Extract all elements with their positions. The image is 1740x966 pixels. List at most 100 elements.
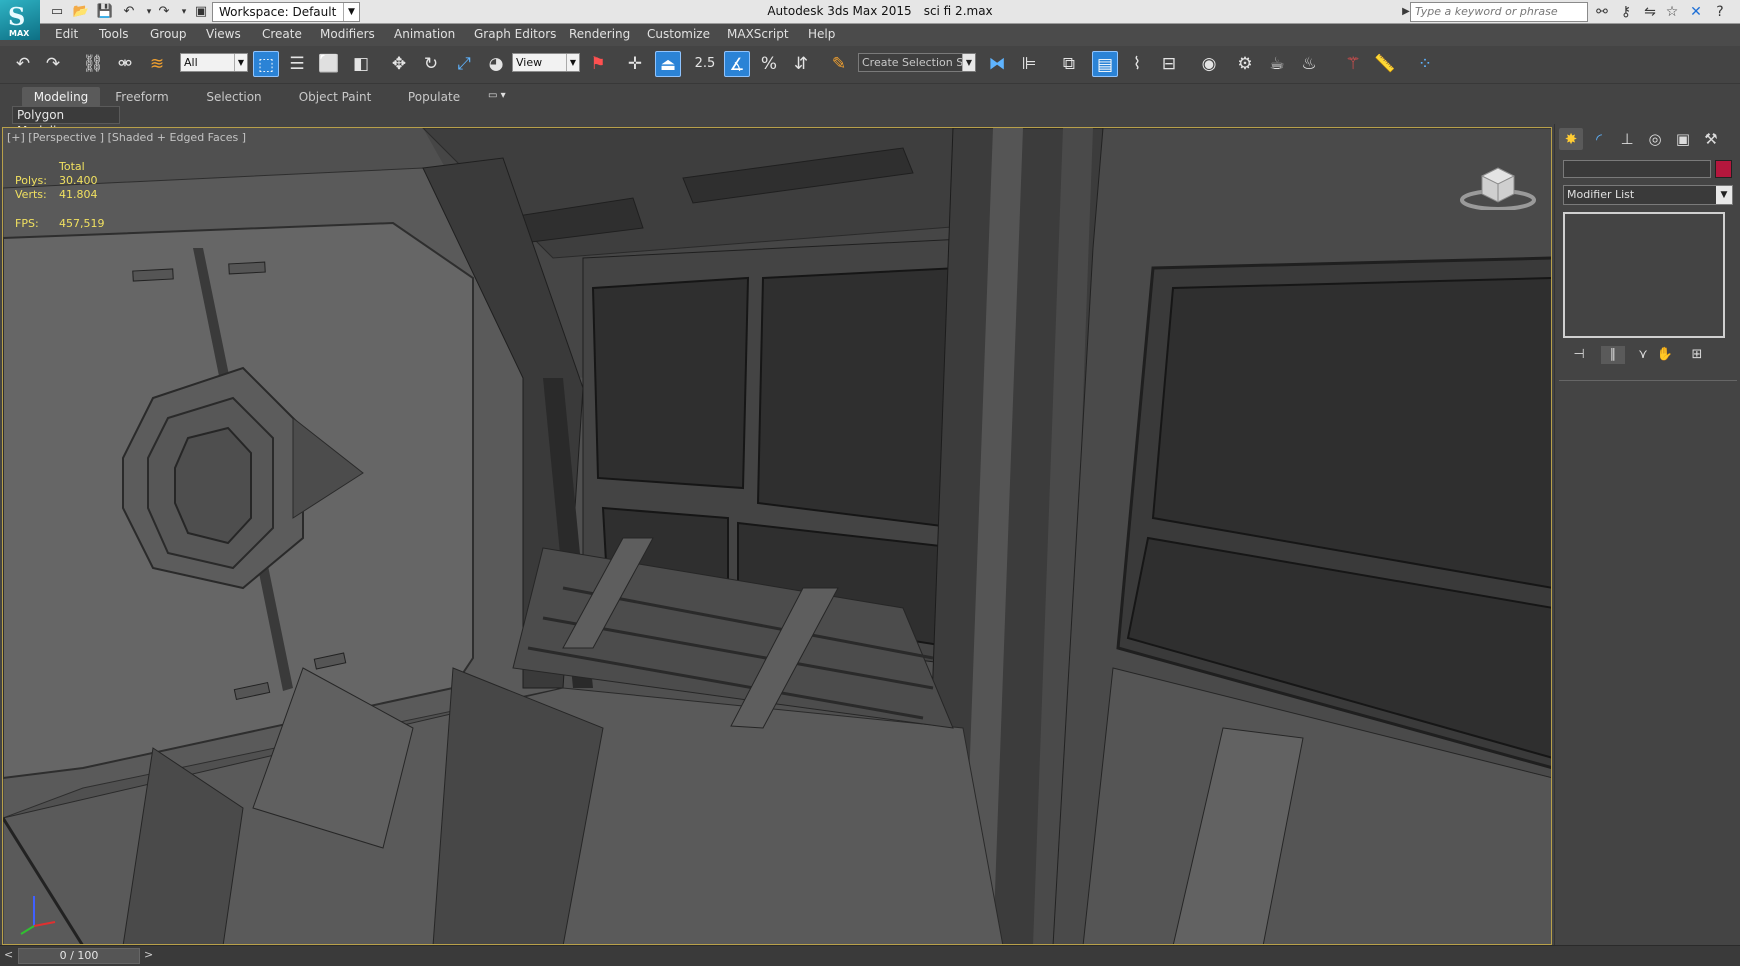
hierarchy-panel-icon[interactable]: ⊥ bbox=[1615, 128, 1639, 150]
configure-modifier-sets-icon[interactable]: ⊞ bbox=[1685, 346, 1709, 364]
edit-named-selection-icon[interactable]: ✎ bbox=[826, 51, 852, 77]
particle-view-icon[interactable]: ⁘ bbox=[1412, 51, 1438, 77]
menu-edit[interactable]: Edit bbox=[55, 27, 78, 41]
menu-views[interactable]: Views bbox=[206, 27, 241, 41]
menu-group[interactable]: Group bbox=[150, 27, 187, 41]
material-editor-icon[interactable]: ◉ bbox=[1196, 51, 1222, 77]
previous-frame-button[interactable]: < bbox=[4, 948, 16, 964]
workspace-dropdown[interactable]: Workspace: Default ▼ bbox=[212, 2, 360, 22]
exchange-icon[interactable]: ✕ bbox=[1686, 3, 1706, 21]
tab-selection[interactable]: Selection bbox=[196, 87, 272, 107]
modifier-stack[interactable] bbox=[1563, 212, 1725, 338]
undo-icon[interactable]: ↶ bbox=[120, 3, 138, 21]
open-file-icon[interactable]: 📂 bbox=[72, 3, 90, 21]
make-unique-icon[interactable]: ⋎ bbox=[1631, 346, 1655, 364]
viewport-label[interactable]: [+] [Perspective ] [Shaded + Edged Faces… bbox=[7, 131, 246, 144]
motion-panel-icon[interactable]: ◎ bbox=[1643, 128, 1667, 150]
utilities-panel-icon[interactable]: ⚒ bbox=[1699, 128, 1723, 150]
align-icon[interactable]: ⊫ bbox=[1016, 51, 1042, 77]
menu-tools[interactable]: Tools bbox=[99, 27, 129, 41]
curve-editor-icon[interactable]: ⌇ bbox=[1124, 51, 1150, 77]
redo-dropdown-icon[interactable]: ▾ bbox=[175, 3, 193, 21]
tab-freeform[interactable]: Freeform bbox=[104, 87, 180, 107]
display-panel-icon[interactable]: ▣ bbox=[1671, 128, 1695, 150]
rectangular-selection-icon[interactable]: ⬜ bbox=[316, 51, 342, 77]
render-setup-icon[interactable]: ⚙ bbox=[1232, 51, 1258, 77]
pin-stack-icon[interactable]: ⊣ bbox=[1567, 346, 1591, 364]
layer-manager-icon[interactable]: ⧉ bbox=[1056, 51, 1082, 77]
polys-label: Polys: bbox=[15, 174, 47, 187]
menu-maxscript[interactable]: MAXScript bbox=[727, 27, 789, 41]
keyboard-shortcut-override-icon[interactable]: ⏏ bbox=[655, 51, 681, 77]
subscription-key-icon[interactable]: ⚷ bbox=[1616, 3, 1636, 21]
communication-icon[interactable]: ⇋ bbox=[1640, 3, 1660, 21]
menu-create[interactable]: Create bbox=[262, 27, 302, 41]
menu-graph-editors[interactable]: Graph Editors bbox=[474, 27, 556, 41]
ribbon-options-icon[interactable]: ▭ ▾ bbox=[488, 90, 516, 104]
menu-customize[interactable]: Customize bbox=[647, 27, 710, 41]
menu-animation[interactable]: Animation bbox=[394, 27, 455, 41]
tab-modeling[interactable]: Modeling bbox=[22, 87, 100, 107]
create-panel-icon[interactable]: ✸ bbox=[1559, 128, 1583, 150]
mirror-icon[interactable]: ⧓ bbox=[984, 51, 1010, 77]
remove-modifier-icon[interactable]: ✋ bbox=[1653, 346, 1677, 364]
ik-tools-icon[interactable]: ⚚ bbox=[1340, 51, 1366, 77]
time-slider-bar: < 0 / 100 > bbox=[0, 945, 1740, 966]
redo-icon[interactable]: ↷ bbox=[40, 51, 66, 77]
render-production-icon[interactable]: ♨ bbox=[1296, 51, 1322, 77]
project-folder-icon[interactable]: ▣ bbox=[192, 3, 210, 21]
tab-populate[interactable]: Populate bbox=[398, 87, 470, 107]
spinner-snap-icon[interactable]: ⇵ bbox=[788, 51, 814, 77]
next-frame-button[interactable]: > bbox=[144, 948, 156, 964]
menu-modifiers[interactable]: Modifiers bbox=[320, 27, 375, 41]
tab-object-paint[interactable]: Object Paint bbox=[290, 87, 380, 107]
workspace-label: Workspace: Default bbox=[219, 5, 337, 19]
axis-tripod-icon bbox=[20, 896, 56, 935]
place-icon[interactable]: ◕ bbox=[483, 51, 509, 77]
rotate-icon[interactable]: ↻ bbox=[418, 51, 444, 77]
select-by-name-icon[interactable]: ☰ bbox=[284, 51, 310, 77]
save-file-icon[interactable]: 💾 bbox=[96, 3, 114, 21]
object-color-swatch[interactable] bbox=[1715, 160, 1732, 178]
scale-icon[interactable]: ⤢ bbox=[451, 51, 477, 77]
object-name-field[interactable] bbox=[1563, 160, 1711, 178]
schematic-view-icon[interactable]: ⊟ bbox=[1156, 51, 1182, 77]
redo-icon[interactable]: ↷ bbox=[155, 3, 173, 21]
select-object-icon[interactable]: ⬚ bbox=[253, 51, 279, 77]
panel-divider bbox=[1559, 380, 1737, 381]
measure-icon[interactable]: 📏 bbox=[1372, 51, 1398, 77]
new-scene-icon[interactable]: ▭ bbox=[48, 3, 66, 21]
selection-filter-dropdown[interactable]: All ▼ bbox=[180, 53, 248, 72]
manipulate-icon[interactable]: ✛ bbox=[622, 51, 648, 77]
perspective-viewport[interactable]: [+] [Perspective ] [Shaded + Edged Faces… bbox=[2, 127, 1552, 945]
undo-icon[interactable]: ↶ bbox=[10, 51, 36, 77]
angle-snap-icon[interactable]: ∡ bbox=[724, 51, 750, 77]
named-selection-dropdown[interactable]: Create Selection Se ▼ bbox=[858, 53, 976, 72]
time-slider[interactable]: 0 / 100 bbox=[18, 948, 140, 964]
binoculars-icon[interactable]: ⚯ bbox=[1592, 3, 1612, 21]
modifier-list-dropdown[interactable]: Modifier List ▼ bbox=[1563, 185, 1733, 205]
help-icon[interactable]: ? bbox=[1710, 3, 1730, 21]
viewcube-icon[interactable] bbox=[1458, 158, 1538, 210]
search-input[interactable]: Type a keyword or phrase bbox=[1410, 2, 1588, 22]
snaps-toggle-icon[interactable]: 2.5 bbox=[692, 51, 718, 77]
polygon-modeling-panel[interactable]: Polygon Modeling bbox=[12, 106, 120, 138]
move-icon[interactable]: ✥ bbox=[386, 51, 412, 77]
selection-filter-value: All bbox=[184, 56, 198, 69]
menu-help[interactable]: Help bbox=[808, 27, 835, 41]
bind-to-space-warp-icon[interactable]: ≋ bbox=[144, 51, 170, 77]
rendered-frame-window-icon[interactable]: ☕ bbox=[1264, 51, 1290, 77]
favorites-star-icon[interactable]: ☆ bbox=[1662, 3, 1682, 21]
show-end-result-icon[interactable]: ∥ bbox=[1601, 346, 1625, 364]
modify-panel-icon[interactable]: ◜ bbox=[1587, 128, 1611, 150]
menu-rendering[interactable]: Rendering bbox=[569, 27, 630, 41]
select-and-link-icon[interactable]: ⛓ bbox=[80, 51, 106, 77]
reference-coordinate-dropdown[interactable]: View ▼ bbox=[512, 53, 580, 72]
window-crossing-icon[interactable]: ◧ bbox=[348, 51, 374, 77]
app-logo-button[interactable]: S MAX bbox=[0, 0, 40, 40]
fps-label: FPS: bbox=[15, 217, 39, 230]
pivot-center-icon[interactable]: ⚑ bbox=[585, 51, 611, 77]
toggle-ribbon-icon[interactable]: ▤ bbox=[1092, 51, 1118, 77]
unlink-selection-icon[interactable]: ⚮ bbox=[112, 51, 138, 77]
percent-snap-icon[interactable]: % bbox=[756, 51, 782, 77]
